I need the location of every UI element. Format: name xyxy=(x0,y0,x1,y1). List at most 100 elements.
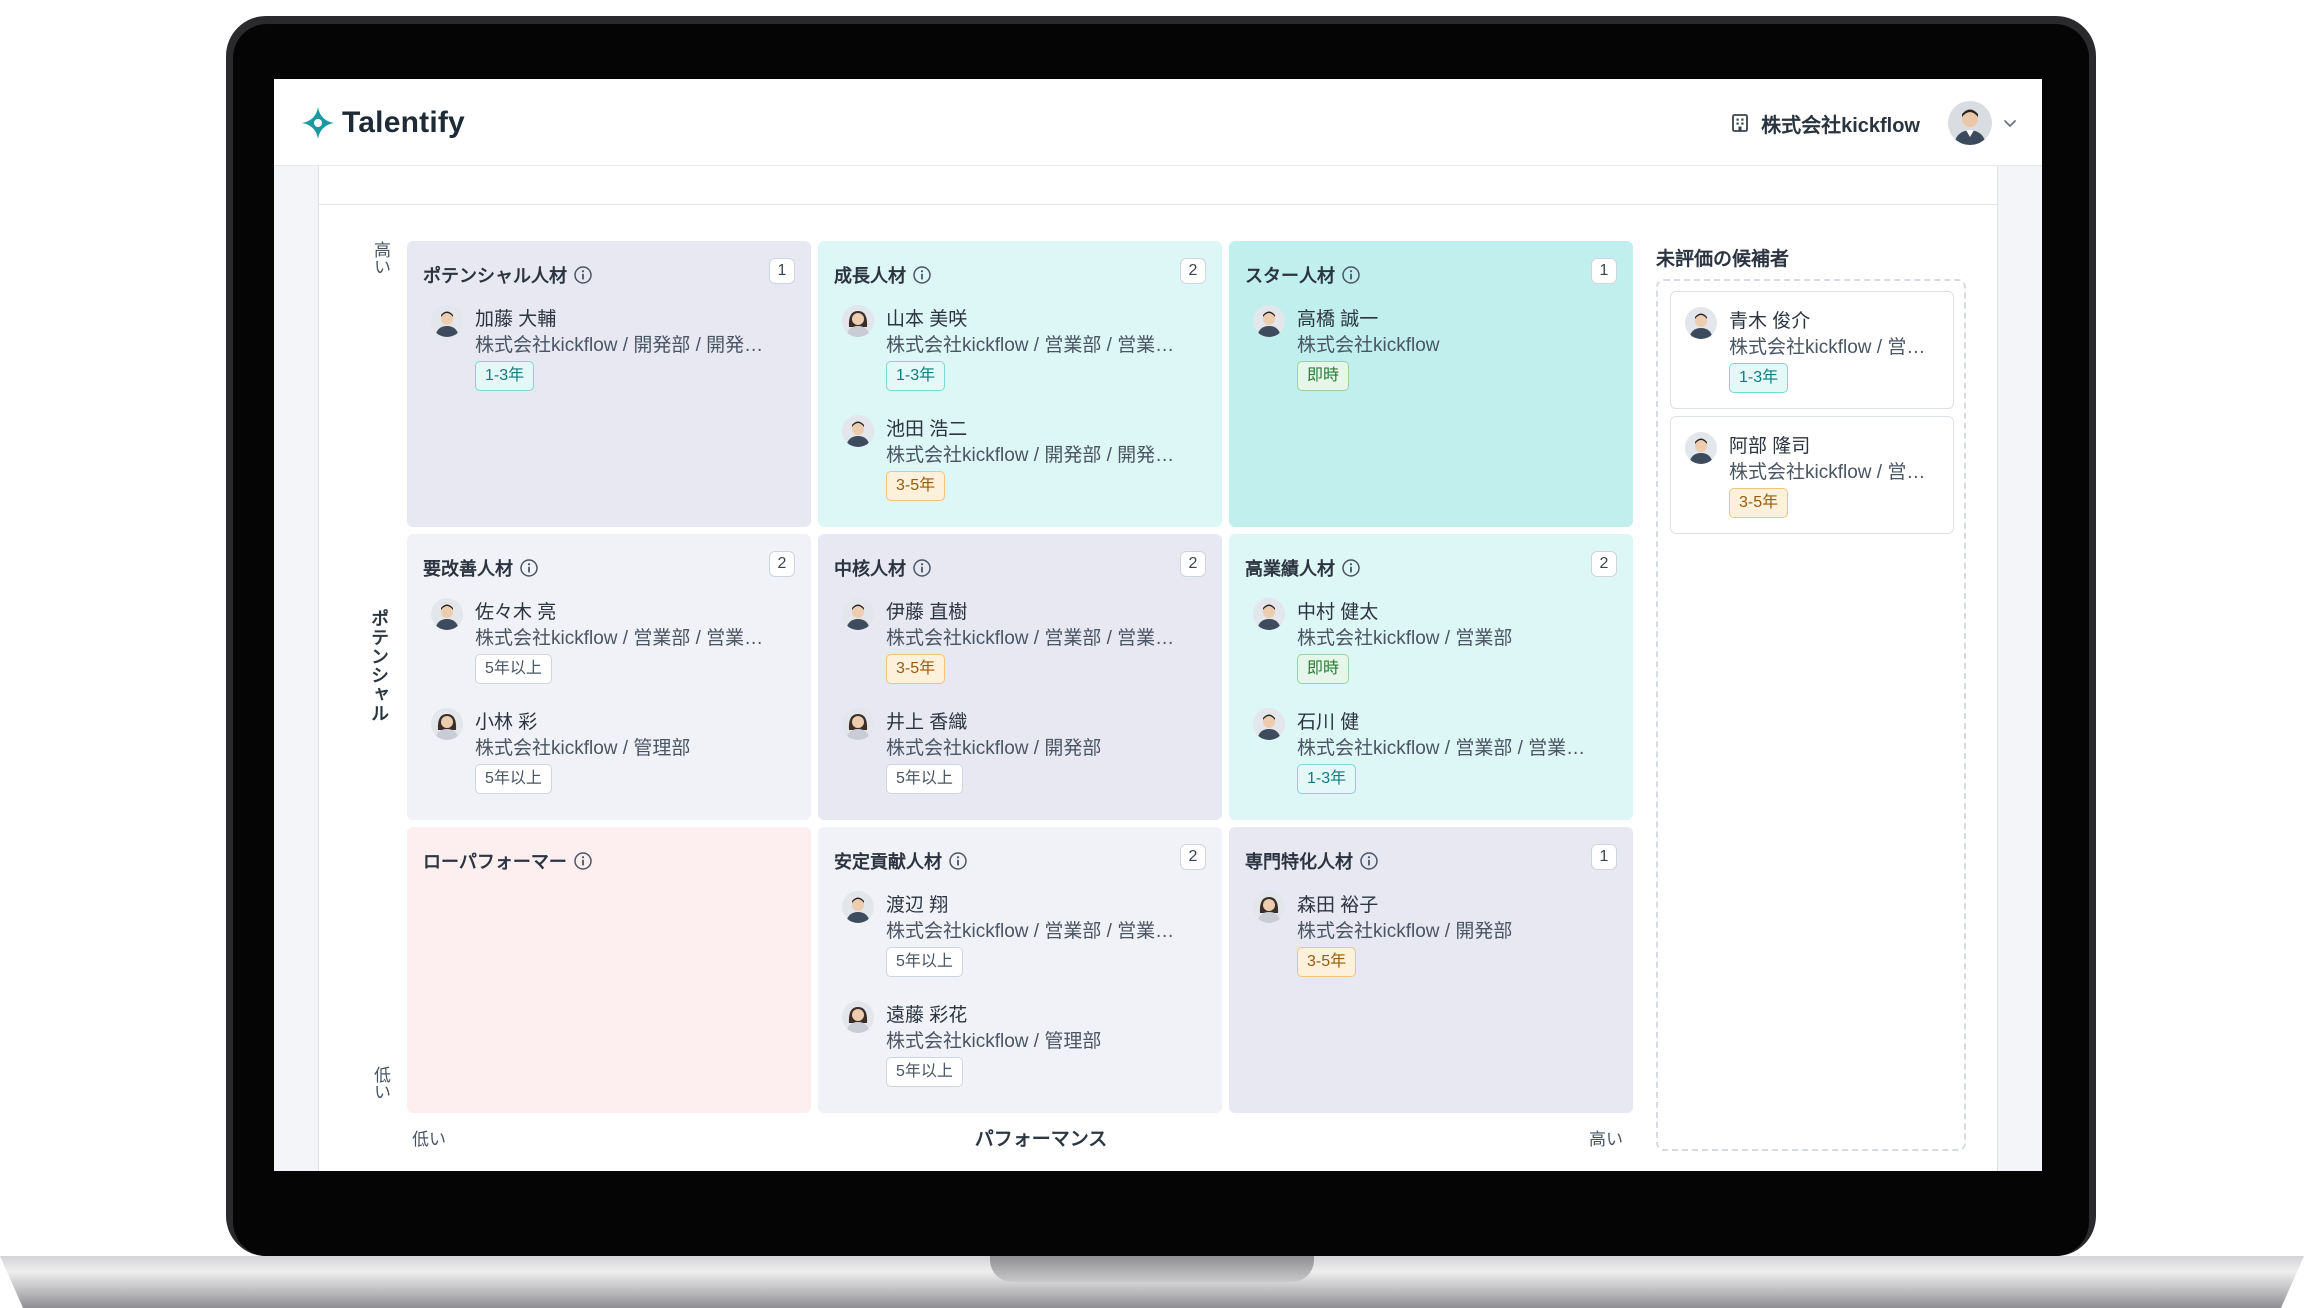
candidate-card[interactable]: 小林 彩株式会社kickflow / 管理部 5年以上 xyxy=(431,707,791,795)
company-name: 株式会社kickflow xyxy=(1761,114,1920,137)
person-avatar xyxy=(842,1001,874,1033)
unevaluated-card[interactable]: 青木 俊介 株式会社kickflow / 営… 1-3年 xyxy=(1670,291,1954,409)
candidate-card[interactable]: 中村 健太 株式会社kickflow / 営業部 即時 xyxy=(1253,597,1613,685)
chevron-down-icon[interactable] xyxy=(2002,115,2018,131)
user-avatar[interactable] xyxy=(1948,101,1992,145)
person-name: 遠藤 彩花 xyxy=(886,1005,968,1026)
info-icon[interactable] xyxy=(1359,851,1379,871)
info-icon[interactable] xyxy=(912,265,932,285)
person-avatar xyxy=(842,891,874,923)
info-icon[interactable] xyxy=(573,851,593,871)
person-avatar-image xyxy=(842,415,874,447)
person-org: 株式会社kickflow / 営業部 / 営業… xyxy=(1297,738,1586,759)
candidate-card[interactable]: 佐々木 亮株式会社kickflow / 営業部 / 営業… 5年以上 xyxy=(431,597,791,685)
person-avatar-image xyxy=(842,708,874,740)
grid-cell[interactable]: 要改善人材 2 佐々木 亮株式会社kickflow / 営業部 / 営業… 5年以上小… xyxy=(407,534,811,820)
unevaluated-card[interactable]: 阿部 隆司 株式会社kickflow / 営… 3-5年 xyxy=(1670,416,1954,534)
cell-title: ポテンシャル人材 xyxy=(423,262,593,288)
building-icon xyxy=(1732,114,1748,132)
readiness-badge: 1-3年 xyxy=(1297,764,1357,794)
person-avatar xyxy=(431,598,463,630)
cell-count-badge: 2 xyxy=(1180,258,1206,284)
person-avatar xyxy=(1253,598,1285,630)
cell-title-text: ポテンシャル人材 xyxy=(423,266,567,286)
app-name: Talentify xyxy=(342,106,465,139)
cell-count-badge: 1 xyxy=(769,258,795,284)
person-org: 株式会社kickflow / 管理部 xyxy=(475,738,691,759)
info-icon[interactable] xyxy=(912,558,932,578)
cell-title-text: 成長人材 xyxy=(834,266,906,286)
cell-title-text: 安定貢献人材 xyxy=(834,852,942,872)
grid-cell[interactable]: ローパフォーマー xyxy=(407,827,811,1113)
cell-title-text: 中核人材 xyxy=(834,559,906,579)
cell-count-badge: 1 xyxy=(1591,844,1617,870)
laptop-notch xyxy=(990,1256,1314,1282)
candidate-card[interactable]: 石川 健株式会社kickflow / 営業部 / 営業… 1-3年 xyxy=(1253,707,1613,795)
info-icon[interactable] xyxy=(573,265,593,285)
readiness-badge: 1-3年 xyxy=(1729,363,1789,393)
readiness-badge: 1-3年 xyxy=(886,361,946,391)
info-icon[interactable] xyxy=(519,558,539,578)
person-avatar xyxy=(1685,432,1717,464)
candidate-card[interactable]: 高橋 誠一 株式会社kickflow 即時 xyxy=(1253,304,1613,392)
candidate-card[interactable]: 伊藤 直樹 株式会社kickflow / 営業部 / 営業… 3-5年 xyxy=(842,597,1202,685)
grid-cell[interactable]: 専門特化人材 1 森田 裕子 株式会社kickflow / 開発部 3-5年 xyxy=(1229,827,1633,1113)
person-name: 高橋 誠一 xyxy=(1297,309,1379,330)
person-avatar xyxy=(431,708,463,740)
person-org: 株式会社kickflow / 管理部 xyxy=(886,1031,1102,1052)
info-icon[interactable] xyxy=(948,851,968,871)
cell-title: 高業績人材 xyxy=(1245,555,1361,581)
person-org: 株式会社kickflow / 営業部 / 営業… xyxy=(886,335,1175,356)
cell-title-text: ローパフォーマー xyxy=(423,852,567,872)
person-name: 青木 俊介 xyxy=(1729,311,1811,332)
cell-title: 成長人材 xyxy=(834,262,932,288)
person-org: 株式会社kickflow / 営業部 / 営業… xyxy=(886,921,1175,942)
person-avatar xyxy=(1253,305,1285,337)
readiness-badge: 即時 xyxy=(1297,361,1350,391)
person-avatar-image xyxy=(431,708,463,740)
cell-title: 専門特化人材 xyxy=(1245,848,1379,874)
y-axis-high-label: 高い xyxy=(371,241,390,275)
company-switcher[interactable]: 株式会社kickflow xyxy=(1729,105,1920,141)
candidate-card[interactable]: 青木 俊介 株式会社kickflow / 営… 1-3年 xyxy=(1685,306,1945,394)
readiness-badge: 3-5年 xyxy=(886,654,946,684)
person-name: 伊藤 直樹 xyxy=(886,602,968,623)
person-name: 小林 彩 xyxy=(475,712,538,733)
candidate-card[interactable]: 井上 香織 株式会社kickflow / 開発部 5年以上 xyxy=(842,707,1202,795)
grid-cell[interactable]: 中核人材 2 伊藤 直樹 株式会社kickflow / 営業部 / 営業… 3-5年 井上… xyxy=(818,534,1222,820)
candidate-card[interactable]: 山本 美咲 株式会社kickflow / 営業部 / 営業… 1-3年 xyxy=(842,304,1202,392)
grid-cell[interactable]: ポテンシャル人材 1 加藤 大輔 株式会社kickflow / 開発部 / 開発… 1-… xyxy=(407,241,811,527)
candidate-card[interactable]: 阿部 隆司 株式会社kickflow / 営… 3-5年 xyxy=(1685,431,1945,519)
cell-title: 中核人材 xyxy=(834,555,932,581)
candidate-card[interactable]: 池田 浩二 株式会社kickflow / 開発部 / 開発… 3-5年 xyxy=(842,414,1202,502)
person-avatar-image xyxy=(842,305,874,337)
candidate-card[interactable]: 森田 裕子 株式会社kickflow / 開発部 3-5年 xyxy=(1253,890,1613,978)
app-logo[interactable]: Talentify xyxy=(300,103,465,143)
cell-title-text: 高業績人材 xyxy=(1245,559,1335,579)
person-name: 渡辺 翔 xyxy=(886,895,949,916)
unevaluated-dropzone[interactable]: 青木 俊介 株式会社kickflow / 営… 1-3年 阿部 隆司 株式会社kickf… xyxy=(1656,279,1966,1151)
grid-cell[interactable]: 高業績人材 2 中村 健太 株式会社kickflow / 営業部 即時 石川 健株式会社k… xyxy=(1229,534,1633,820)
person-name: 阿部 隆司 xyxy=(1729,436,1811,457)
info-icon[interactable] xyxy=(1341,558,1361,578)
cell-count-badge: 2 xyxy=(1180,844,1206,870)
person-name: 中村 健太 xyxy=(1297,602,1379,623)
person-avatar xyxy=(842,415,874,447)
x-axis-high-label: 高い xyxy=(1589,1130,1623,1149)
cell-count-badge: 1 xyxy=(1591,258,1617,284)
grid-cell[interactable]: 安定貢献人材 2 渡辺 翔株式会社kickflow / 営業部 / 営業… 5年以上遠… xyxy=(818,827,1222,1113)
person-avatar xyxy=(431,305,463,337)
candidate-card[interactable]: 遠藤 彩花 株式会社kickflow / 管理部 5年以上 xyxy=(842,1000,1202,1088)
cell-title: 安定貢献人材 xyxy=(834,848,968,874)
readiness-badge: 3-5年 xyxy=(886,471,946,501)
cell-title: スター人材 xyxy=(1245,262,1361,288)
candidate-card[interactable]: 加藤 大輔 株式会社kickflow / 開発部 / 開発… 1-3年 xyxy=(431,304,791,392)
grid-cell[interactable]: スター人材 1 高橋 誠一 株式会社kickflow 即時 xyxy=(1229,241,1633,527)
cell-title-text: 要改善人材 xyxy=(423,559,513,579)
person-avatar xyxy=(842,708,874,740)
info-icon[interactable] xyxy=(1341,265,1361,285)
grid-cell[interactable]: 成長人材 2 山本 美咲 株式会社kickflow / 営業部 / 営業… 1-3年 池田… xyxy=(818,241,1222,527)
person-org: 株式会社kickflow / 開発部 xyxy=(886,738,1102,759)
cell-count-badge: 2 xyxy=(1180,551,1206,577)
candidate-card[interactable]: 渡辺 翔株式会社kickflow / 営業部 / 営業… 5年以上 xyxy=(842,890,1202,978)
